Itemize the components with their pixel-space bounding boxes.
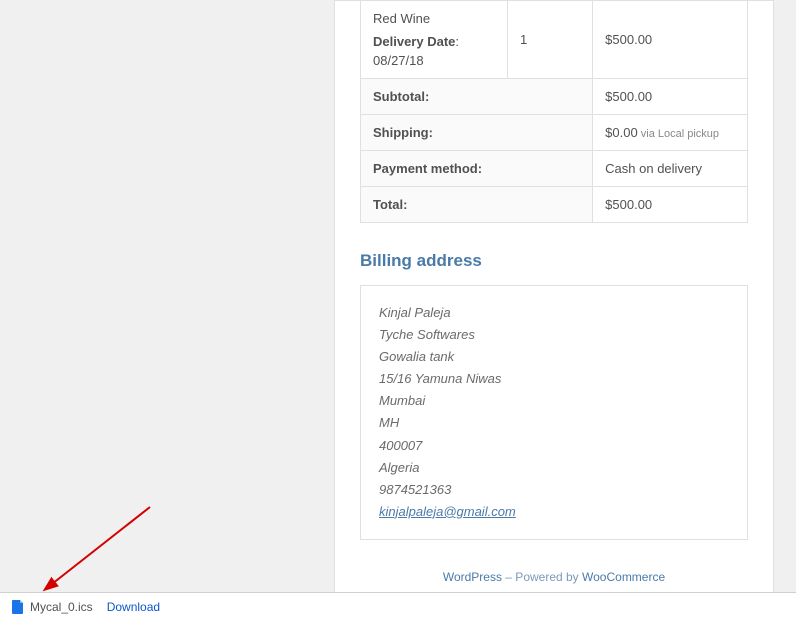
line-total-cell: $500.00 bbox=[593, 1, 748, 79]
download-filename: Mycal_0.ics bbox=[30, 600, 93, 614]
billing-state: MH bbox=[379, 412, 729, 434]
table-row: Red Wine Delivery Date: 08/27/18 1 $500.… bbox=[361, 1, 748, 79]
delivery-date-label: Delivery Date bbox=[373, 34, 455, 49]
total-value: $500.00 bbox=[593, 187, 748, 223]
billing-phone: 9874521363 bbox=[379, 479, 729, 501]
billing-heading: Billing address bbox=[360, 251, 748, 271]
download-link[interactable]: Download bbox=[107, 600, 160, 614]
footer-credits: WordPress – Powered by WooCommerce bbox=[335, 540, 773, 594]
total-label: Total: bbox=[361, 187, 593, 223]
table-row: Payment method: Cash on delivery bbox=[361, 151, 748, 187]
billing-company: Tyche Softwares bbox=[379, 324, 729, 346]
delivery-date-value: 08/27/18 bbox=[373, 53, 495, 68]
qty-cell: 1 bbox=[508, 1, 593, 79]
billing-street1: Gowalia tank bbox=[379, 346, 729, 368]
shipping-label: Shipping: bbox=[361, 115, 593, 151]
billing-country: Algeria bbox=[379, 457, 729, 479]
file-icon bbox=[12, 600, 24, 614]
billing-address-box: Kinjal Paleja Tyche Softwares Gowalia ta… bbox=[360, 285, 748, 540]
table-row: Subtotal: $500.00 bbox=[361, 79, 748, 115]
woocommerce-link[interactable]: WooCommerce bbox=[582, 570, 665, 584]
wordpress-link[interactable]: WordPress bbox=[443, 570, 502, 584]
table-row: Shipping: $0.00 via Local pickup bbox=[361, 115, 748, 151]
download-bar: Mycal_0.ics Download bbox=[0, 592, 796, 620]
subtotal-label: Subtotal: bbox=[361, 79, 593, 115]
annotation-arrow bbox=[40, 502, 160, 592]
billing-zip: 400007 bbox=[379, 435, 729, 457]
product-cell: Red Wine Delivery Date: 08/27/18 bbox=[361, 1, 508, 79]
billing-street2: 15/16 Yamuna Niwas bbox=[379, 368, 729, 390]
shipping-via: via Local pickup bbox=[638, 128, 719, 140]
payment-value: Cash on delivery bbox=[593, 151, 748, 187]
billing-name: Kinjal Paleja bbox=[379, 302, 729, 324]
content-card: Red Wine Delivery Date: 08/27/18 1 $500.… bbox=[334, 0, 774, 615]
page-wrapper: Red Wine Delivery Date: 08/27/18 1 $500.… bbox=[0, 0, 796, 620]
subtotal-value: $500.00 bbox=[593, 79, 748, 115]
shipping-value: $0.00 via Local pickup bbox=[593, 115, 748, 151]
payment-label: Payment method: bbox=[361, 151, 593, 187]
product-name: Red Wine bbox=[373, 11, 495, 26]
billing-city: Mumbai bbox=[379, 390, 729, 412]
table-row: Total: $500.00 bbox=[361, 187, 748, 223]
billing-email-link[interactable]: kinjalpaleja@gmail.com bbox=[379, 504, 516, 519]
order-table: Red Wine Delivery Date: 08/27/18 1 $500.… bbox=[360, 1, 748, 223]
